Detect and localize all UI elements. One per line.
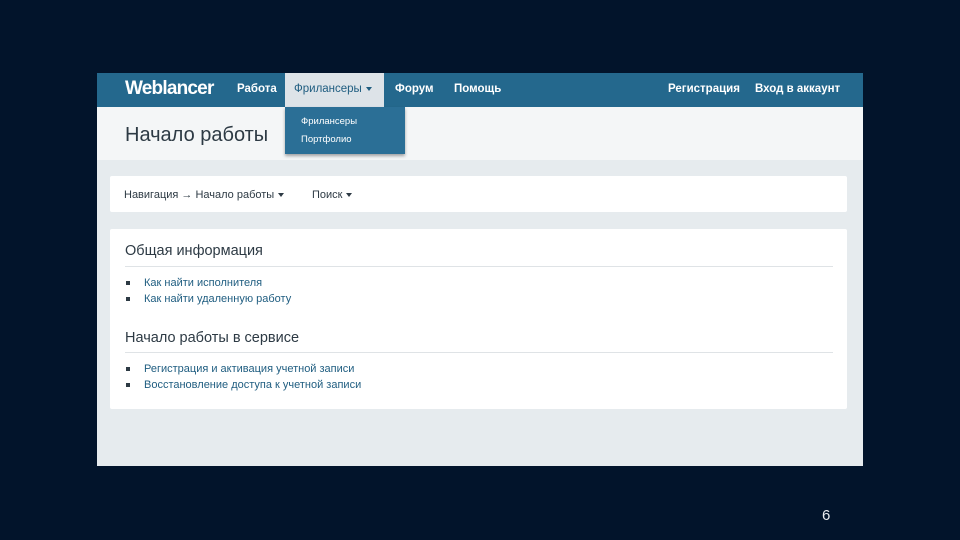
list-item[interactable]: Как найти исполнителя: [125, 275, 291, 291]
search-dropdown[interactable]: Поиск: [312, 176, 353, 214]
section-divider: [125, 266, 833, 267]
content-card: Общая информация Как найти исполнителя К…: [110, 229, 847, 409]
bullet-icon: [126, 383, 130, 387]
caret-down-icon: [346, 193, 353, 198]
bullet-icon: [126, 281, 130, 285]
register-link[interactable]: Регистрация: [668, 73, 740, 107]
dropdown-item-freelancers[interactable]: Фрилансеры: [285, 113, 405, 131]
login-link[interactable]: Вход в аккаунт: [755, 73, 840, 107]
nav-item-freelancers[interactable]: Фриланcеры: [285, 73, 384, 107]
dropdown-item-portfolio[interactable]: Портфолио: [285, 131, 405, 149]
freelancers-dropdown-menu: Фрилансеры Портфолио: [285, 107, 405, 154]
bullet-icon: [126, 297, 130, 301]
browser-screenshot: Weblancer Работа Фриланcеры Форум Помощь…: [97, 73, 863, 466]
page-header: Начало работы: [97, 107, 863, 160]
link-find-performer[interactable]: Как найти исполнителя: [144, 277, 262, 289]
caret-down-icon: [278, 193, 285, 198]
breadcrumb-path-label: Навигация → Начало работы: [124, 189, 275, 201]
breadcrumb-path[interactable]: Навигация → Начало работы: [124, 176, 285, 214]
bullet-icon: [126, 367, 130, 371]
list-item[interactable]: Восстановление доступа к учетной записи: [125, 377, 361, 393]
nav-item-forum[interactable]: Форум: [395, 73, 433, 107]
list-item[interactable]: Как найти удаленную работу: [125, 291, 291, 307]
nav-item-work[interactable]: Работа: [237, 73, 277, 107]
link-restore-access[interactable]: Восстановление доступа к учетной записи: [144, 379, 361, 391]
general-info-links: Как найти исполнителя Как найти удаленну…: [125, 275, 291, 307]
link-registration[interactable]: Регистрация и активация учетной записи: [144, 363, 354, 375]
page-title: Начало работы: [125, 124, 269, 146]
weblancer-logo[interactable]: Weblancer: [125, 78, 214, 100]
section-title-general-info: Общая информация: [125, 243, 263, 259]
top-navigation: Weblancer Работа Фриланcеры Форум Помощь…: [97, 73, 863, 107]
section-title-getting-started: Начало работы в сервисе: [125, 330, 300, 346]
nav-item-help[interactable]: Помощь: [454, 73, 501, 107]
getting-started-links: Регистрация и активация учетной записи В…: [125, 361, 361, 393]
link-find-remote-work[interactable]: Как найти удаленную работу: [144, 293, 291, 305]
nav-item-freelancers-label: Фриланcеры: [294, 83, 362, 95]
breadcrumb-bar: Навигация → Начало работы Поиск: [110, 176, 847, 212]
section-divider: [125, 352, 833, 353]
list-item[interactable]: Регистрация и активация учетной записи: [125, 361, 361, 377]
search-dropdown-label: Поиск: [312, 189, 343, 201]
caret-down-icon: [365, 86, 372, 91]
slide-number: 6: [822, 507, 831, 524]
